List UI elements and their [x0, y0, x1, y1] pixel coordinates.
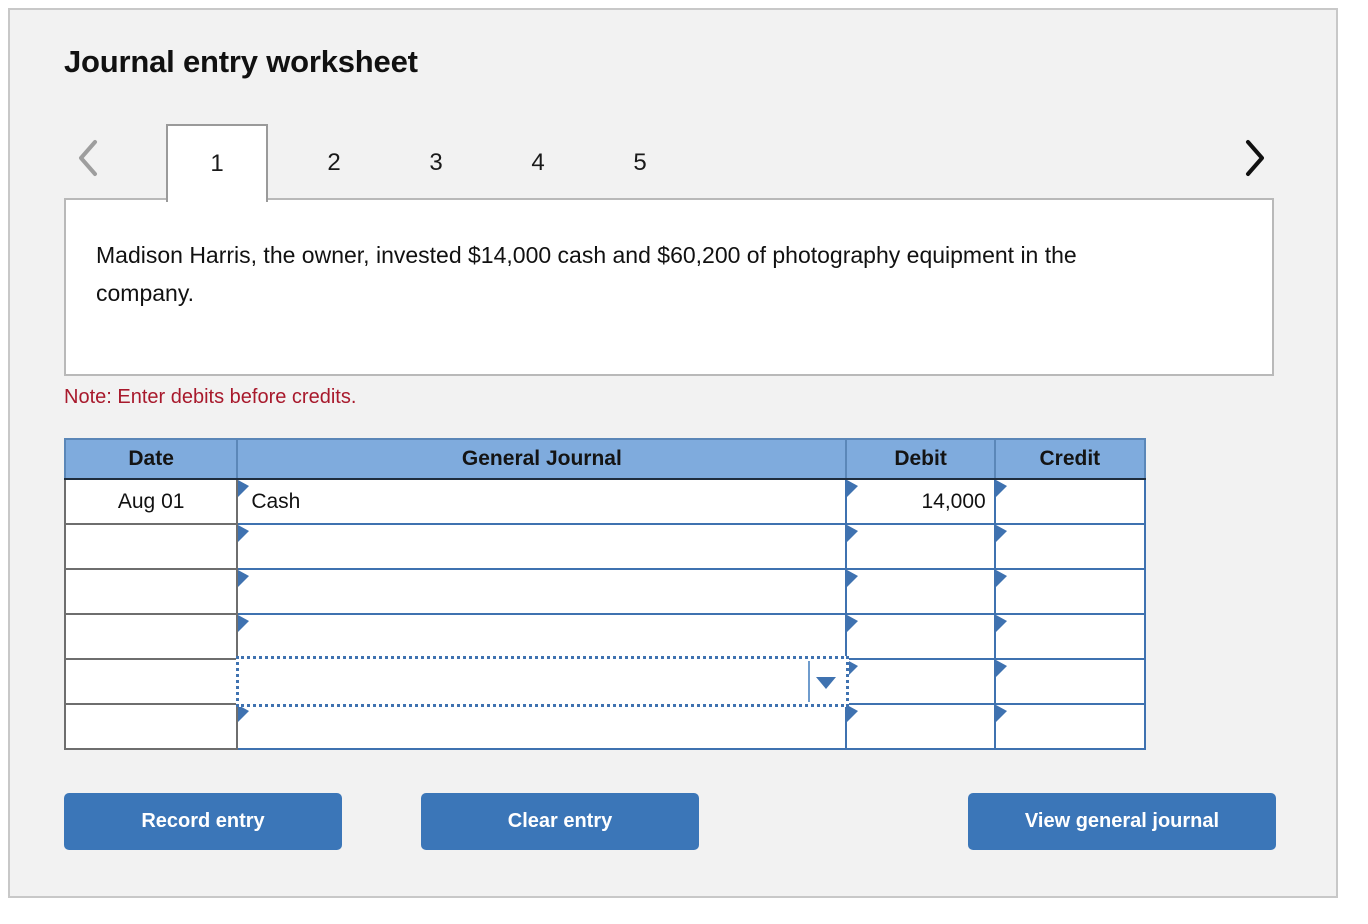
table-row [63, 703, 1147, 750]
view-general-journal-button[interactable]: View general journal [968, 793, 1276, 850]
debit-cell[interactable] [845, 658, 996, 705]
tab-3[interactable]: 3 [400, 124, 472, 202]
table-row: Aug 01 Cash 14,000 [63, 478, 1147, 525]
table-body: Aug 01 Cash 14,000 [63, 478, 1147, 750]
journal-entry-table: Date General Journal Debit Credit Aug 01… [63, 438, 1147, 750]
column-header-general-journal: General Journal [236, 438, 848, 480]
debit-cell[interactable] [845, 703, 996, 750]
credit-cell[interactable] [993, 613, 1147, 660]
cell-marker-icon [995, 570, 1007, 587]
account-cell[interactable] [236, 523, 848, 570]
page-title: Journal entry worksheet [64, 44, 418, 79]
account-cell[interactable]: Cash [236, 478, 848, 525]
cell-marker-icon [238, 705, 250, 722]
table-row [63, 613, 1147, 660]
scenario-text: Madison Harris, the owner, invested $14,… [96, 242, 1077, 306]
credit-cell[interactable] [993, 703, 1147, 750]
cell-marker-icon [847, 705, 859, 722]
tab-5[interactable]: 5 [604, 124, 676, 202]
account-cell[interactable] [236, 656, 850, 707]
account-cell[interactable] [236, 613, 848, 660]
column-header-credit: Credit [993, 438, 1147, 480]
date-cell[interactable] [63, 568, 239, 615]
date-cell[interactable] [63, 703, 239, 750]
active-tab-notch [168, 196, 266, 202]
cell-marker-icon [995, 525, 1007, 542]
tab-strip: 12345 [64, 120, 1274, 202]
account-cell[interactable] [236, 703, 848, 750]
worksheet-panel: Journal entry worksheet 12345 Madison Ha… [8, 8, 1338, 898]
scenario-panel: Madison Harris, the owner, invested $14,… [64, 198, 1274, 376]
date-cell[interactable] [63, 658, 239, 705]
clear-entry-button[interactable]: Clear entry [421, 793, 699, 850]
debit-cell[interactable] [845, 613, 996, 660]
cell-marker-icon [238, 570, 250, 587]
column-header-debit: Debit [845, 438, 996, 480]
credit-cell[interactable] [993, 568, 1147, 615]
cell-marker-icon [847, 570, 859, 587]
cell-marker-icon [238, 525, 250, 542]
cell-marker-icon [995, 480, 1007, 497]
column-header-date: Date [63, 438, 239, 480]
cell-marker-icon [238, 615, 250, 632]
debit-cell[interactable] [845, 568, 996, 615]
table-header-row: Date General Journal Debit Credit [63, 438, 1147, 480]
cell-marker-icon [847, 525, 859, 542]
date-cell[interactable]: Aug 01 [63, 478, 239, 525]
tab-2[interactable]: 2 [298, 124, 370, 202]
cell-marker-icon [847, 615, 859, 632]
date-cell[interactable] [63, 523, 239, 570]
chevron-right-icon[interactable] [1234, 130, 1274, 186]
account-cell[interactable] [236, 568, 848, 615]
tab-4[interactable]: 4 [502, 124, 574, 202]
table-row [63, 656, 1147, 707]
table-row [63, 568, 1147, 615]
account-cell-value: Cash [251, 489, 301, 513]
credit-cell[interactable] [993, 478, 1147, 525]
cell-marker-icon [995, 660, 1007, 677]
chevron-left-icon[interactable] [68, 130, 108, 186]
note-text: Note: Enter debits before credits. [64, 386, 357, 408]
chevron-down-icon[interactable] [816, 676, 837, 689]
credit-cell[interactable] [993, 523, 1147, 570]
table-row [63, 523, 1147, 570]
credit-cell[interactable] [993, 658, 1147, 705]
dropdown-separator [808, 661, 811, 702]
account-dropdown[interactable] [236, 656, 850, 707]
cell-marker-icon [995, 615, 1007, 632]
debit-cell-value: 14,000 [921, 489, 986, 513]
debit-cell[interactable] [845, 523, 996, 570]
tab-1[interactable]: 1 [166, 124, 268, 202]
date-cell[interactable] [63, 613, 239, 660]
debit-cell[interactable]: 14,000 [845, 478, 996, 525]
cell-marker-icon [995, 705, 1007, 722]
record-entry-button[interactable]: Record entry [64, 793, 342, 850]
